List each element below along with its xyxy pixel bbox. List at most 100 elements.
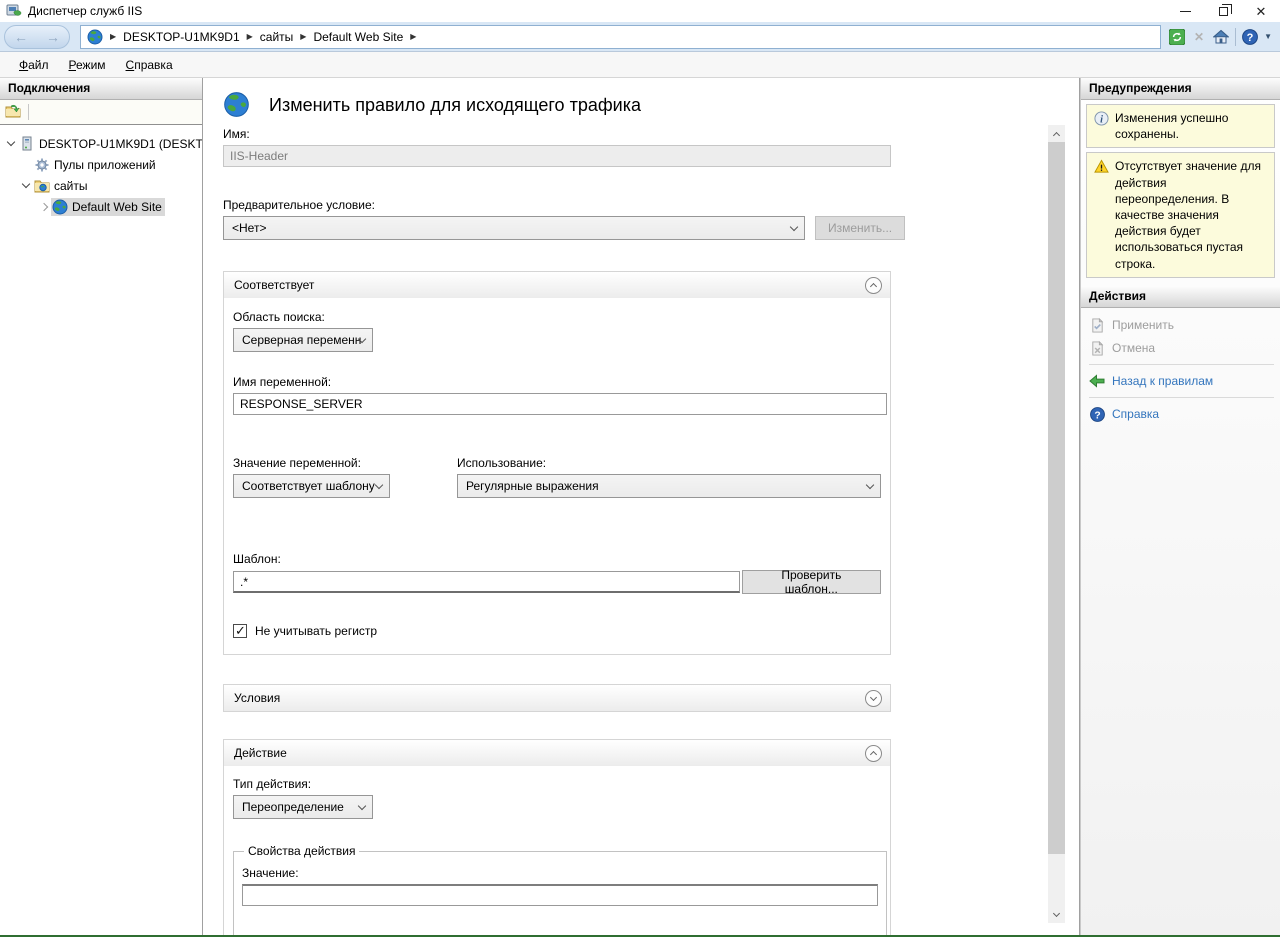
breadcrumb-arrow-icon: ▶ xyxy=(300,32,306,41)
value-label: Значение: xyxy=(242,866,878,880)
menu-bar: Файл Режим Справка xyxy=(0,52,1280,78)
collapse-icon[interactable] xyxy=(865,745,882,762)
section-title: Действие xyxy=(234,746,865,760)
action-section-header[interactable]: Действие xyxy=(224,740,890,766)
precondition-select[interactable]: <Нет> xyxy=(223,216,805,240)
ignore-case-label: Не учитывать регистр xyxy=(255,624,377,638)
match-section-header[interactable]: Соответствует xyxy=(224,272,890,298)
breadcrumb[interactable]: ▶ DESKTOP-U1MK9D1 ▶ сайты ▶ Default Web … xyxy=(80,25,1161,49)
refresh-icon[interactable] xyxy=(1169,29,1185,45)
breadcrumb-item-default-web-site[interactable]: Default Web Site xyxy=(313,30,403,44)
back-button[interactable]: ← xyxy=(14,30,28,44)
site-globe-icon xyxy=(52,199,68,215)
using-label: Использование: xyxy=(457,456,881,470)
help-dropdown-icon[interactable]: ▼ xyxy=(1264,32,1272,41)
globe-icon xyxy=(87,29,103,45)
action-type-label: Тип действия: xyxy=(233,777,881,791)
warning-icon xyxy=(1093,158,1109,174)
minimize-icon xyxy=(1180,11,1191,12)
menu-file[interactable]: Файл xyxy=(10,55,58,75)
home-icon[interactable] xyxy=(1213,29,1229,45)
tree-item-default-web-site[interactable]: Default Web Site xyxy=(0,196,202,217)
apply-action: Применить xyxy=(1089,315,1274,336)
expander-right-icon[interactable] xyxy=(36,204,51,210)
tree-item-server[interactable]: DESKTOP-U1MK9D1 (DESKTOI xyxy=(0,133,202,154)
main-scrollbar[interactable] xyxy=(1048,125,1065,923)
sites-folder-icon xyxy=(34,178,50,194)
scroll-down-icon[interactable] xyxy=(1048,906,1065,923)
ignore-case-checkbox[interactable] xyxy=(233,624,247,638)
back-to-rules-action[interactable]: Назад к правилам xyxy=(1089,371,1274,392)
forward-button[interactable]: → xyxy=(46,30,60,44)
breadcrumb-item-sites[interactable]: сайты xyxy=(260,30,294,44)
save-connections-icon[interactable] xyxy=(5,104,21,120)
tree-item-label: Default Web Site xyxy=(72,200,162,214)
chevron-down-icon xyxy=(790,223,798,231)
expander-down-icon[interactable] xyxy=(3,142,18,145)
close-button[interactable]: ✕ xyxy=(1242,0,1280,22)
expander-down-icon[interactable] xyxy=(18,184,33,187)
window-title: Диспетчер служб IIS xyxy=(28,4,142,18)
scope-label: Область поиска: xyxy=(233,310,881,324)
variable-value-select[interactable]: Соответствует шаблону xyxy=(233,474,390,498)
conditions-section-header[interactable]: Условия xyxy=(224,685,890,711)
main-panel: Изменить правило для исходящего трафика … xyxy=(203,78,1080,935)
application-pools-icon xyxy=(34,157,50,173)
svg-text:?: ? xyxy=(1247,32,1254,44)
variable-name-label: Имя переменной: xyxy=(233,375,881,389)
toolbar-separator xyxy=(28,104,29,120)
back-arrow-icon xyxy=(1089,373,1105,389)
restore-button[interactable] xyxy=(1204,0,1242,22)
page-title: Изменить правило для исходящего трафика xyxy=(269,95,641,116)
pattern-input[interactable] xyxy=(233,571,740,593)
cancel-icon xyxy=(1089,340,1105,356)
menu-view[interactable]: Режим xyxy=(60,55,115,75)
tree-item-label: Пулы приложений xyxy=(54,158,156,172)
expand-icon[interactable] xyxy=(865,690,882,707)
value-input[interactable] xyxy=(242,884,878,906)
breadcrumb-item-server[interactable]: DESKTOP-U1MK9D1 xyxy=(123,30,239,44)
chevron-down-icon xyxy=(358,802,366,810)
alert-text: Изменения успешно сохранены. xyxy=(1115,110,1268,142)
match-section: Соответствует Область поиска: Серверная … xyxy=(223,271,891,655)
alerts-header: Предупреждения xyxy=(1081,78,1280,100)
scope-select[interactable]: Серверная переменн xyxy=(233,328,373,352)
alert-text: Отсутствует значение для действия переоп… xyxy=(1115,158,1268,271)
stop-icon: ✕ xyxy=(1191,29,1207,45)
section-title: Соответствует xyxy=(234,278,865,292)
tree-item-sites[interactable]: сайты xyxy=(0,175,202,196)
variable-name-input[interactable] xyxy=(233,393,887,415)
edit-precondition-button: Изменить... xyxy=(815,216,905,240)
tree-item-label: DESKTOP-U1MK9D1 (DESKTOI xyxy=(39,137,202,151)
help-action[interactable]: ? Справка xyxy=(1089,404,1274,425)
scroll-up-icon[interactable] xyxy=(1048,125,1065,142)
section-title: Условия xyxy=(234,691,865,705)
app-icon xyxy=(6,3,22,19)
cancel-action: Отмена xyxy=(1089,338,1274,359)
apply-icon xyxy=(1089,317,1105,333)
group-legend: Свойства действия xyxy=(244,844,359,858)
name-label: Имя: xyxy=(223,127,913,141)
using-select[interactable]: Регулярные выражения xyxy=(457,474,881,498)
server-icon xyxy=(19,136,35,152)
title-bar: Диспетчер служб IIS ✕ xyxy=(0,0,1280,22)
conditions-section: Условия xyxy=(223,684,891,712)
chevron-down-icon xyxy=(866,481,874,489)
test-pattern-button[interactable]: Проверить шаблон... xyxy=(742,570,881,594)
action-properties-group: Свойства действия Значение: Заменить дей… xyxy=(233,844,887,937)
menu-help[interactable]: Справка xyxy=(117,55,182,75)
connections-tree: DESKTOP-U1MK9D1 (DESKTOI Пулы приложений xyxy=(0,125,202,217)
close-icon: ✕ xyxy=(1256,5,1267,18)
toolbar-separator xyxy=(1235,28,1236,46)
svg-text:?: ? xyxy=(1094,410,1100,421)
precondition-label: Предварительное условие: xyxy=(223,198,913,212)
minimize-button[interactable] xyxy=(1166,0,1204,22)
actions-separator xyxy=(1089,397,1274,398)
tree-item-app-pools[interactable]: Пулы приложений xyxy=(0,154,202,175)
collapse-icon[interactable] xyxy=(865,277,882,294)
address-bar: ← → ▶ DESKTOP-U1MK9D1 ▶ сайты ▶ Default … xyxy=(0,22,1280,52)
action-type-select[interactable]: Переопределение xyxy=(233,795,373,819)
actions-header: Действия xyxy=(1081,286,1280,308)
scrollbar-thumb[interactable] xyxy=(1048,142,1065,854)
help-icon[interactable]: ? xyxy=(1242,29,1258,45)
